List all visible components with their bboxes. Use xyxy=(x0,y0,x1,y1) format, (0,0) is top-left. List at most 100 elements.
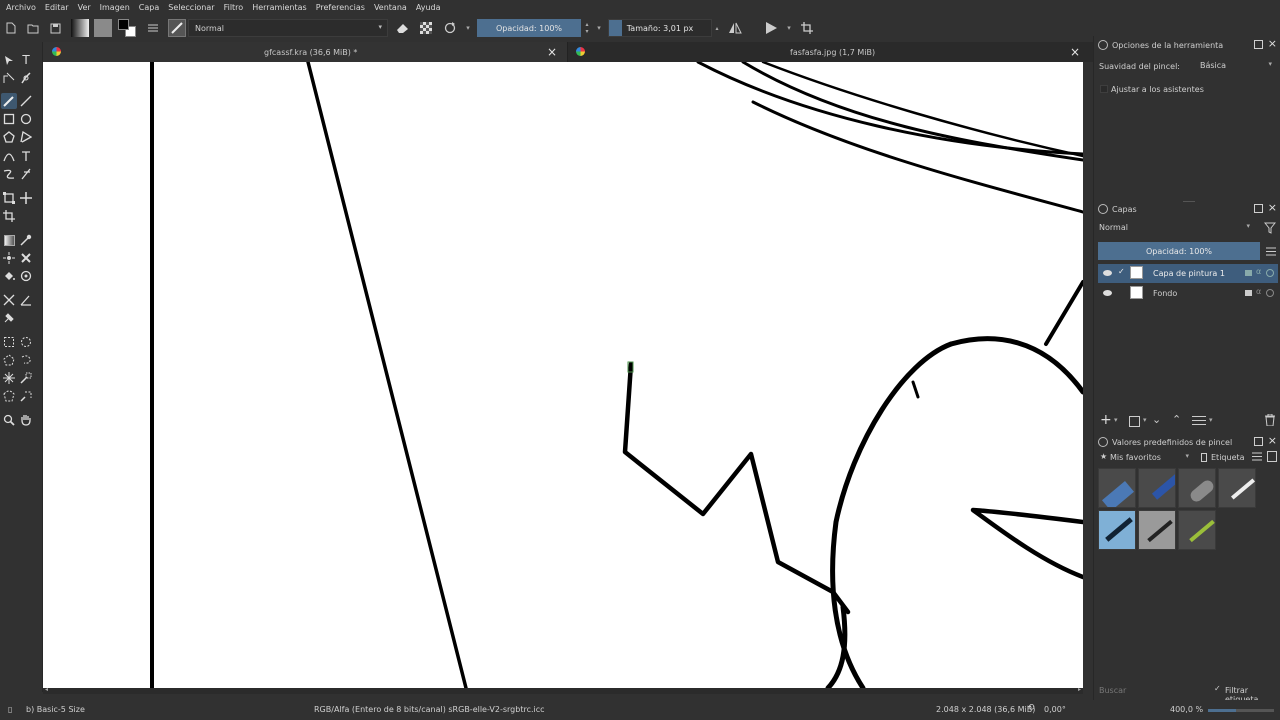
filter-icon[interactable] xyxy=(1263,222,1277,236)
bezier-selection-icon[interactable] xyxy=(1,388,17,404)
brush-preset-marker[interactable] xyxy=(1138,468,1176,508)
alpha-icon[interactable]: α xyxy=(1256,267,1261,276)
scroll-left-icon[interactable]: ◂ xyxy=(45,686,48,693)
menu-seleccionar[interactable]: Seleccionar xyxy=(168,3,214,12)
dynamic-brush-icon[interactable] xyxy=(1,166,17,182)
zoom-tool-icon[interactable] xyxy=(1,412,17,428)
view-menu-icon[interactable] xyxy=(1252,452,1262,463)
eye-icon[interactable] xyxy=(1103,270,1112,276)
opacity-spin-icon[interactable]: ▴ ▾ xyxy=(582,19,592,37)
inherit-alpha-icon[interactable] xyxy=(1266,269,1274,277)
edit-shapes-icon[interactable] xyxy=(1,70,17,86)
foreground-background-color-icon[interactable] xyxy=(117,19,137,37)
eye-icon[interactable] xyxy=(1103,290,1112,296)
smart-patch-icon[interactable] xyxy=(18,250,34,266)
brush-search-input[interactable]: Buscar xyxy=(1099,686,1126,695)
rectangular-selection-icon[interactable] xyxy=(1,334,17,350)
gradient-tool-icon[interactable] xyxy=(1,232,17,248)
magnetic-selection-icon[interactable] xyxy=(18,388,34,404)
line-tool-icon[interactable] xyxy=(18,93,34,109)
move-tool-icon[interactable] xyxy=(18,190,34,206)
checkmark-icon[interactable]: ✓ xyxy=(1118,267,1125,276)
open-document-icon[interactable] xyxy=(26,19,40,37)
filter-tag-checkmark-icon[interactable]: ✓ xyxy=(1214,684,1221,693)
measure-tool-icon[interactable] xyxy=(18,292,34,308)
tab-gfcassf[interactable]: gfcassf.kra (36,6 MiB) * × xyxy=(43,42,568,62)
polygon-tool-icon[interactable] xyxy=(1,129,17,145)
select-shapes-icon[interactable] xyxy=(1,52,17,68)
layer-opacity-slider[interactable]: Opacidad: 100% xyxy=(1098,242,1260,260)
lock-icon[interactable] xyxy=(1245,270,1252,276)
rectangle-tool-icon[interactable] xyxy=(1,111,17,127)
size-slider[interactable]: Tamaño: 3,01 px xyxy=(608,19,712,37)
rotate-canvas-icon[interactable]: ⟲ xyxy=(1027,703,1035,713)
chevron-down-icon[interactable]: ▾ xyxy=(1114,416,1118,424)
float-icon[interactable] xyxy=(1254,437,1263,446)
inherit-alpha-icon[interactable] xyxy=(1266,289,1274,297)
fill-tool-icon[interactable] xyxy=(1,268,17,284)
close-icon[interactable]: × xyxy=(1268,201,1277,214)
mirror-vertical-icon[interactable] xyxy=(762,19,780,37)
assistant-tool-icon[interactable] xyxy=(1,292,17,308)
float-icon[interactable] xyxy=(1254,40,1263,49)
zoom-slider[interactable] xyxy=(1208,709,1274,712)
float-icon[interactable] xyxy=(1254,204,1263,213)
close-icon[interactable]: × xyxy=(1268,434,1277,447)
brush-preset-pencil[interactable] xyxy=(1138,510,1176,550)
layer-blend-mode-select[interactable]: Normal ▾ xyxy=(1097,221,1252,235)
crop-tool-icon[interactable] xyxy=(1,208,17,224)
enclose-fill-icon[interactable] xyxy=(18,268,34,284)
text-tool-icon[interactable]: T xyxy=(18,52,34,68)
horizontal-scrollbar[interactable]: ◂ ▸ xyxy=(43,686,1083,694)
preserve-alpha-icon[interactable] xyxy=(418,19,434,37)
new-document-icon[interactable] xyxy=(4,19,18,37)
polygonal-selection-icon[interactable] xyxy=(1,352,17,368)
layer-row-background[interactable]: Fondo α xyxy=(1098,284,1278,303)
brush-preset-airbrush[interactable] xyxy=(1178,468,1216,508)
opacity-slider[interactable]: Opacidad: 100% xyxy=(477,19,581,37)
tab-fasfasfa[interactable]: fasfasfa.jpg (1,7 MiB) × xyxy=(569,42,1089,62)
scroll-right-icon[interactable]: ▸ xyxy=(1078,686,1081,693)
menu-ayuda[interactable]: Ayuda xyxy=(416,3,441,12)
brush-preset-ink[interactable] xyxy=(1218,468,1256,508)
layer-properties-icon[interactable] xyxy=(1192,415,1206,428)
eraser-mode-icon[interactable] xyxy=(394,19,410,37)
chevron-down-icon[interactable]: ▾ xyxy=(784,19,794,37)
brush-preset-icon[interactable] xyxy=(167,19,187,37)
close-icon[interactable]: × xyxy=(1268,37,1277,50)
save-icon[interactable] xyxy=(48,19,62,37)
lock-icon[interactable] xyxy=(1245,290,1252,296)
tag-button[interactable]: Etiqueta xyxy=(1199,451,1249,465)
smoothing-select[interactable]: Básica ▾ xyxy=(1196,59,1276,73)
layers-menu-icon[interactable] xyxy=(1266,247,1276,258)
move-layer-down-icon[interactable]: ⌄ xyxy=(1152,413,1161,426)
delete-layer-icon[interactable] xyxy=(1265,413,1275,428)
mirror-horizontal-icon[interactable] xyxy=(726,19,744,37)
layer-row-paint[interactable]: ✓ Capa de pintura 1 α xyxy=(1098,264,1278,283)
menu-preferencias[interactable]: Preferencias xyxy=(316,3,365,12)
pan-tool-icon[interactable] xyxy=(18,412,34,428)
assistant-checkbox[interactable] xyxy=(1100,85,1108,93)
import-icon[interactable] xyxy=(1267,451,1277,462)
reference-images-icon[interactable] xyxy=(1,310,17,326)
menu-capa[interactable]: Capa xyxy=(139,3,159,12)
add-layer-icon[interactable]: + xyxy=(1100,412,1112,428)
menu-filtro[interactable]: Filtro xyxy=(224,3,244,12)
brush-preset-basic-5-size[interactable] xyxy=(1098,510,1136,550)
pattern-selector-icon[interactable] xyxy=(93,19,113,37)
alpha-icon[interactable]: α xyxy=(1256,287,1261,296)
tag-select[interactable]: ★ Mis favoritos ▾ xyxy=(1098,451,1193,465)
ellipse-tool-icon[interactable] xyxy=(18,111,34,127)
chevron-down-icon[interactable]: ▾ xyxy=(1209,416,1213,424)
chevron-down-icon[interactable]: ▾ xyxy=(463,19,473,37)
elliptical-selection-icon[interactable] xyxy=(18,334,34,350)
multibrush-icon[interactable] xyxy=(18,166,34,182)
similar-selection-icon[interactable] xyxy=(18,370,34,386)
brush-settings-icon[interactable] xyxy=(145,19,161,37)
color-picker-icon[interactable] xyxy=(18,232,34,248)
brush-preset-pen[interactable] xyxy=(1178,510,1216,550)
blend-mode-select[interactable]: Normal ▾ xyxy=(188,19,388,37)
chevron-down-icon[interactable]: ▾ xyxy=(594,19,604,37)
calligraphy-icon[interactable] xyxy=(18,70,34,86)
chevron-down-icon[interactable]: ▾ xyxy=(1143,416,1147,424)
